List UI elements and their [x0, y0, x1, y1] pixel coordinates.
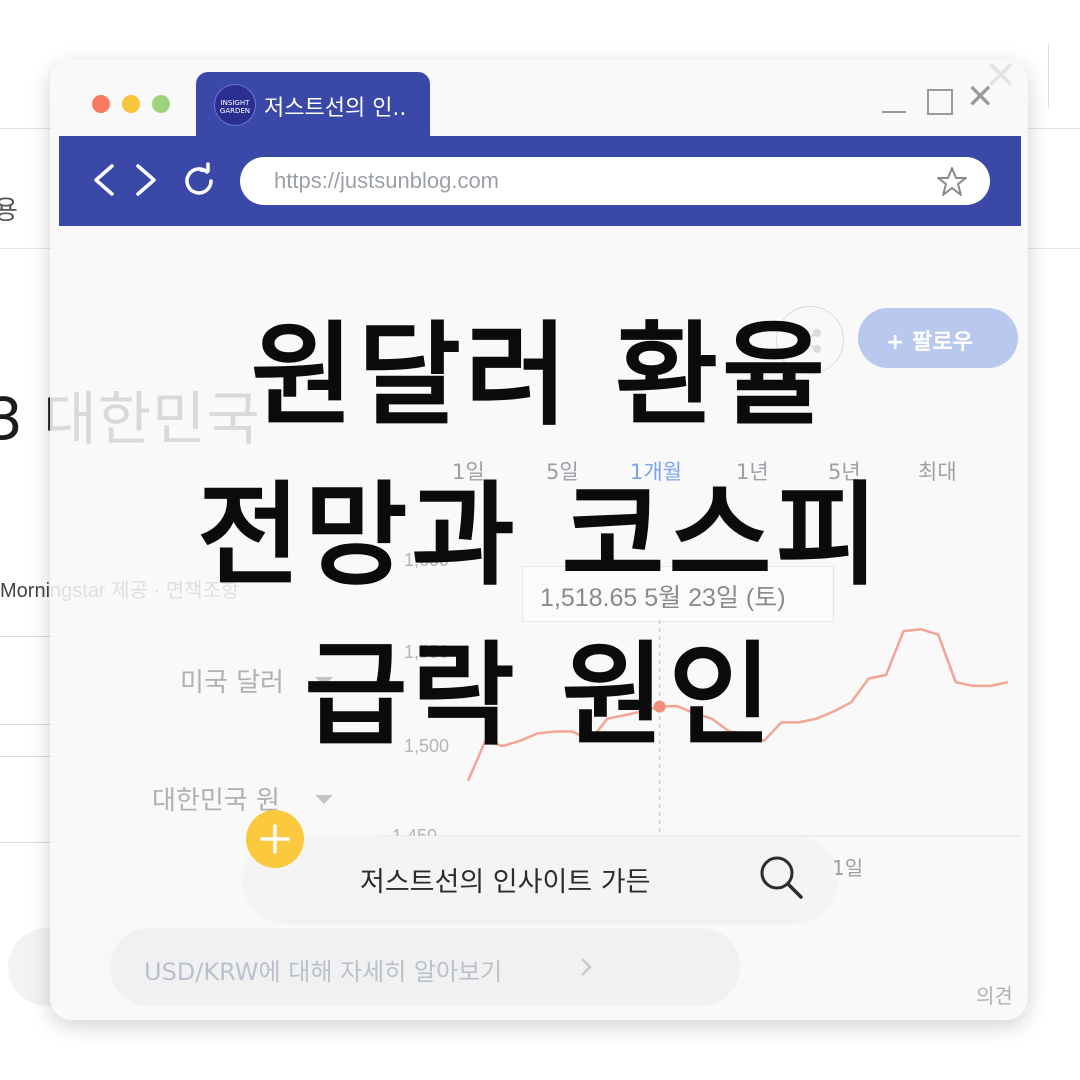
back-icon[interactable]	[92, 162, 116, 198]
forward-icon[interactable]	[134, 162, 158, 198]
tab-title: 저스트선의 인..	[264, 96, 407, 121]
headline: 원달러 환율 전망과 코스피 급락 원인	[100, 296, 980, 776]
headline-line: 원달러 환율	[250, 311, 830, 441]
divider	[1048, 44, 1049, 108]
site-logo: INSIGHT GARDEN	[214, 84, 256, 126]
headline-line: 급락 원인	[304, 631, 776, 761]
search-text: 저스트선의 인사이트 가든	[360, 867, 651, 898]
maximize-window-dot[interactable]	[152, 95, 170, 113]
plus-icon	[260, 824, 290, 854]
chevron-down-icon	[315, 795, 333, 804]
close-window-dot[interactable]	[92, 95, 110, 113]
headline-line: 전망과 코스피	[197, 471, 883, 601]
url-text: https://justsunblog.com	[274, 168, 500, 193]
add-button[interactable]	[246, 810, 304, 868]
minimize-window-dot[interactable]	[122, 95, 140, 113]
learn-more-label: USD/KRW에 대해 자세히 알아보기	[144, 958, 503, 986]
reload-icon[interactable]	[180, 162, 218, 200]
nav-fragment: 용	[0, 196, 18, 226]
maximize-icon[interactable]	[927, 89, 953, 115]
site-logo-text: INSIGHT GARDEN	[219, 99, 251, 115]
close-icon[interactable]: ✕	[966, 80, 995, 114]
search-icon[interactable]	[756, 852, 806, 902]
chevron-right-icon	[581, 958, 592, 976]
x-tick-label: 1일	[832, 856, 864, 880]
feedback-link[interactable]: 의견	[976, 980, 1013, 1009]
bookmark-star-icon[interactable]	[935, 165, 969, 199]
minimize-icon[interactable]	[882, 111, 906, 113]
